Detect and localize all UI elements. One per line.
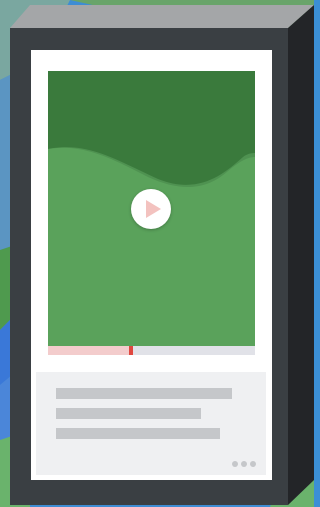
dot	[232, 461, 238, 467]
progress-fill	[48, 346, 131, 355]
subtitle-placeholder	[56, 408, 201, 419]
dot	[241, 461, 247, 467]
device-screen	[31, 50, 272, 480]
video-progress-bar[interactable]	[48, 346, 255, 355]
dot	[250, 461, 256, 467]
play-icon	[146, 200, 161, 218]
more-options-icon[interactable]	[232, 461, 256, 467]
play-button[interactable]	[131, 189, 171, 229]
title-placeholder	[56, 388, 232, 399]
description-placeholder	[56, 428, 220, 439]
progress-thumb[interactable]	[128, 346, 133, 355]
video-info-card	[36, 372, 266, 475]
video-player[interactable]	[48, 71, 255, 346]
